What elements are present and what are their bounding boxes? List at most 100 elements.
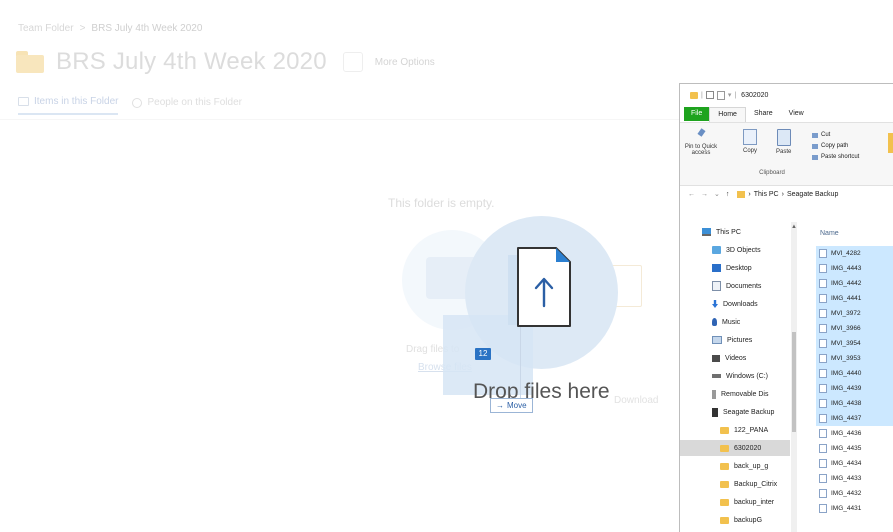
upload-file-icon	[517, 247, 571, 327]
pin-to-quick-access-button[interactable]: Pin to Quick access	[684, 129, 718, 156]
back-button[interactable]: ←	[688, 191, 695, 198]
nav-item-pictures[interactable]: Pictures	[712, 332, 752, 348]
quick-access-dropdown[interactable]: ▾	[728, 91, 732, 99]
move-to-icon[interactable]	[888, 133, 893, 153]
tab-label: Items in this Folder	[34, 96, 119, 107]
documents-icon	[712, 281, 721, 291]
breadcrumb-parent[interactable]: Team Folder	[18, 23, 74, 34]
nav-item-backup-citrix[interactable]: Backup_Citrix	[720, 476, 777, 492]
navigation-scrollbar[interactable]: ▲	[791, 222, 797, 532]
ribbon-tab-view[interactable]: View	[781, 107, 812, 121]
copy-path-icon	[812, 144, 818, 149]
file-row[interactable]: IMG_4442	[816, 276, 893, 291]
file-row[interactable]: MVI_3972	[816, 306, 893, 321]
nav-item-back-up-g[interactable]: back_up_g	[720, 458, 768, 474]
nav-item-documents[interactable]: Documents	[712, 278, 761, 294]
file-row[interactable]: IMG_4435	[816, 441, 893, 456]
cut-button[interactable]: Cut	[812, 130, 859, 141]
file-row[interactable]: IMG_4440	[816, 366, 893, 381]
new-folder-icon[interactable]	[716, 90, 725, 100]
file-row[interactable]: IMG_4443	[816, 261, 893, 276]
file-name: IMG_4436	[831, 430, 862, 437]
column-header-name[interactable]: Name	[820, 230, 839, 237]
nav-item-3d-objects[interactable]: 3D Objects	[712, 242, 761, 258]
copy-path-label: Copy path	[821, 143, 849, 149]
nav-label: 6302020	[734, 444, 762, 452]
file-row[interactable]: IMG_4432	[816, 486, 893, 501]
move-arrow-icon: →	[496, 401, 504, 410]
desktop-icon	[712, 264, 721, 272]
file-name: IMG_4433	[831, 475, 862, 482]
file-row[interactable]: MVI_3966	[816, 321, 893, 336]
properties-icon[interactable]	[705, 91, 714, 99]
file-name: IMG_4434	[831, 460, 862, 467]
copy-path-button[interactable]: Copy path	[812, 141, 859, 152]
file-name: IMG_4439	[831, 385, 862, 392]
nav-item-122-pana[interactable]: 122_PANA	[720, 422, 768, 438]
scissors-icon	[812, 133, 818, 138]
file-row[interactable]: MVI_3954	[816, 336, 893, 351]
up-button[interactable]: ↑	[726, 191, 730, 198]
address-segment[interactable]: This PC	[754, 191, 779, 198]
tab-items-in-folder[interactable]: Items in this Folder	[18, 96, 119, 115]
file-icon	[819, 399, 827, 408]
file-row[interactable]: IMG_4437	[816, 411, 893, 426]
more-options-button[interactable]: More Options	[375, 57, 435, 68]
nav-item-this-pc[interactable]: This PC	[702, 224, 741, 240]
file-name: MVI_4282	[831, 250, 861, 257]
usb-drive-icon	[712, 389, 716, 399]
file-name: IMG_4438	[831, 400, 862, 407]
nav-item-backupg[interactable]: backupG	[720, 512, 762, 528]
file-name: MVI_3953	[831, 355, 861, 362]
nav-item-windows-c[interactable]: Windows (C:)	[712, 368, 768, 384]
page-title: BRS July 4th Week 2020	[56, 48, 327, 75]
file-row[interactable]: IMG_4438	[816, 396, 893, 411]
file-row[interactable]: IMG_4436	[816, 426, 893, 441]
ribbon-tab-home[interactable]: Home	[709, 106, 746, 122]
nav-item-videos[interactable]: Videos	[712, 350, 746, 366]
music-note-icon	[712, 318, 717, 326]
file-row[interactable]: IMG_4441	[816, 291, 893, 306]
copy-button[interactable]: Copy	[743, 129, 757, 154]
file-row[interactable]: IMG_4439	[816, 381, 893, 396]
ribbon-tab-share[interactable]: Share	[746, 107, 781, 121]
nav-label: Music	[722, 318, 741, 326]
scrollbar-thumb[interactable]	[792, 332, 796, 432]
file-row[interactable]: IMG_4431	[816, 501, 893, 516]
nav-item-seagate-backup[interactable]: Seagate Backup	[712, 404, 774, 420]
download-link[interactable]: Download	[614, 395, 658, 406]
file-row[interactable]: MVI_3953	[816, 351, 893, 366]
folder-settings-button[interactable]	[342, 52, 363, 72]
ribbon-tab-file[interactable]: File	[684, 107, 710, 121]
file-row[interactable]: MVI_4282	[816, 246, 893, 261]
address-path[interactable]: › This PC › Seagate Backup	[737, 190, 838, 198]
nav-item-music[interactable]: Music	[712, 314, 740, 330]
paste-shortcut-button[interactable]: Paste shortcut	[812, 152, 859, 163]
tab-people-on-folder[interactable]: People on this Folder	[132, 96, 242, 115]
paste-button[interactable]: Paste	[776, 129, 791, 155]
breadcrumb-separator: >	[79, 23, 86, 34]
file-icon	[819, 414, 827, 423]
file-row[interactable]: IMG_4434	[816, 456, 893, 471]
nav-item-downloads[interactable]: Downloads	[712, 296, 758, 312]
recent-locations-dropdown[interactable]: ⌄	[714, 190, 720, 198]
explorer-titlebar[interactable]: | ▾ | 6302020	[680, 84, 893, 106]
nav-item-6302020[interactable]: 6302020	[680, 440, 790, 456]
file-icon	[819, 369, 827, 378]
nav-item-desktop[interactable]: Desktop	[712, 260, 752, 276]
folder-outline-icon	[18, 97, 29, 106]
file-icon	[819, 444, 827, 453]
cut-label: Cut	[821, 132, 831, 138]
nav-label: Pictures	[727, 336, 753, 344]
ribbon-tabs: File Home Share View	[680, 106, 893, 122]
scroll-up-icon[interactable]: ▲	[791, 224, 797, 230]
address-separator: ›	[781, 190, 784, 198]
forward-button[interactable]: →	[701, 191, 708, 198]
nav-item-backup-inter[interactable]: backup_inter	[720, 494, 774, 510]
window-title: 6302020	[741, 91, 769, 99]
folder-icon	[720, 498, 729, 506]
address-segment[interactable]: Seagate Backup	[787, 191, 838, 198]
file-row[interactable]: IMG_4433	[816, 471, 893, 486]
file-icon	[819, 459, 827, 468]
nav-item-removable-disk[interactable]: Removable Dis	[712, 386, 768, 402]
